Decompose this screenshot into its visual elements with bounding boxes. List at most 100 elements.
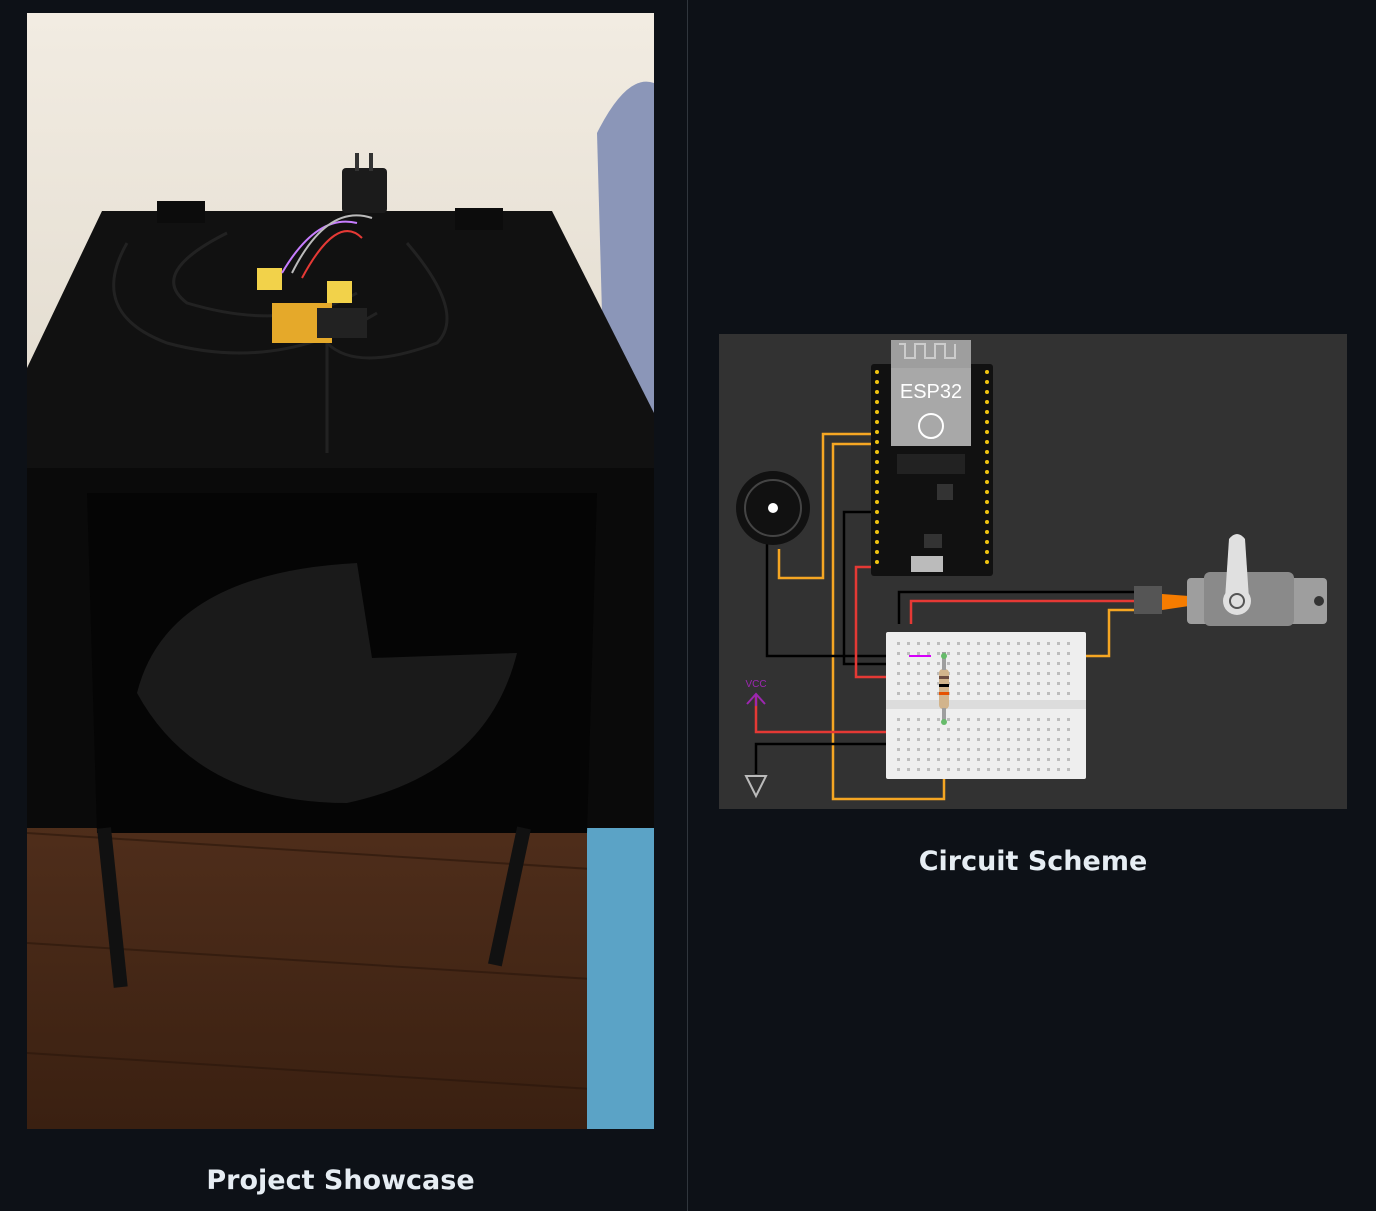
breadboard-hole [1067, 748, 1070, 751]
breadboard-hole [937, 768, 940, 771]
breadboard-hole [917, 748, 920, 751]
breadboard-hole [917, 728, 920, 731]
breadboard-hole [977, 692, 980, 695]
breadboard-hole [1067, 738, 1070, 741]
breadboard-hole [937, 662, 940, 665]
breadboard-hole [1027, 738, 1030, 741]
breadboard-hole [1067, 652, 1070, 655]
breadboard-hole [927, 758, 930, 761]
breadboard-hole [917, 718, 920, 721]
breadboard-hole [1017, 758, 1020, 761]
breadboard-hole [1007, 748, 1010, 751]
breadboard-hole [977, 652, 980, 655]
breadboard-hole [967, 768, 970, 771]
breadboard-hole [997, 682, 1000, 685]
breadboard-hole [957, 728, 960, 731]
breadboard-hole [1017, 692, 1020, 695]
breadboard-hole [1007, 758, 1010, 761]
breadboard-hole [897, 738, 900, 741]
breadboard-hole [957, 768, 960, 771]
breadboard-hole [1007, 642, 1010, 645]
breadboard-hole [987, 642, 990, 645]
vcc-label: VCC [745, 679, 766, 690]
breadboard-hole [967, 692, 970, 695]
breadboard-hole [967, 718, 970, 721]
breadboard-hole [1047, 672, 1050, 675]
breadboard-hole [1037, 758, 1040, 761]
breadboard-hole [927, 738, 930, 741]
breadboard-hole [1037, 748, 1040, 751]
breadboard-hole [947, 662, 950, 665]
breadboard-hole [947, 718, 950, 721]
breadboard-hole [997, 738, 1000, 741]
breadboard-hole [997, 662, 1000, 665]
page: Project Showcase ESP32 VCC Circuit Schem… [0, 0, 1376, 1211]
breadboard-hole [977, 758, 980, 761]
breadboard-hole [897, 642, 900, 645]
breadboard-hole [937, 642, 940, 645]
breadboard-hole [1067, 718, 1070, 721]
breadboard-hole [1027, 692, 1030, 695]
breadboard-hole [907, 662, 910, 665]
breadboard-hole [967, 682, 970, 685]
breadboard-hole [967, 748, 970, 751]
breadboard-hole [937, 738, 940, 741]
breadboard-hole [1037, 642, 1040, 645]
esp32-label: ESP32 [900, 381, 962, 403]
breadboard-hole [1057, 672, 1060, 675]
breadboard-hole [1017, 748, 1020, 751]
breadboard [886, 632, 1086, 779]
breadboard-hole [897, 758, 900, 761]
breadboard-hole [907, 738, 910, 741]
breadboard-hole [1017, 682, 1020, 685]
breadboard-hole [957, 692, 960, 695]
breadboard-hole [897, 728, 900, 731]
breadboard-hole [897, 682, 900, 685]
breadboard-hole [907, 682, 910, 685]
breadboard-hole [977, 718, 980, 721]
breadboard-hole [1017, 718, 1020, 721]
breadboard-hole [1047, 738, 1050, 741]
breadboard-hole [957, 642, 960, 645]
breadboard-hole [1017, 652, 1020, 655]
breadboard-hole [967, 642, 970, 645]
breadboard-hole [1007, 738, 1010, 741]
breadboard-hole [897, 768, 900, 771]
breadboard-hole [987, 652, 990, 655]
breadboard-hole [1037, 652, 1040, 655]
breadboard-hole [917, 652, 920, 655]
vcc-symbol: VCC [745, 679, 767, 706]
breadboard-hole [997, 768, 1000, 771]
breadboard-hole [997, 672, 1000, 675]
breadboard-hole [987, 672, 990, 675]
breadboard-hole [1037, 738, 1040, 741]
breadboard-hole [1047, 682, 1050, 685]
breadboard-hole [927, 768, 930, 771]
breadboard-hole [947, 768, 950, 771]
breadboard-hole [1027, 748, 1030, 751]
breadboard-hole [987, 662, 990, 665]
breadboard-hole [1067, 768, 1070, 771]
breadboard-hole [1067, 692, 1070, 695]
breadboard-hole [1027, 768, 1030, 771]
breadboard-hole [917, 662, 920, 665]
breadboard-hole [967, 738, 970, 741]
breadboard-hole [987, 758, 990, 761]
breadboard-hole [1027, 652, 1030, 655]
breadboard-hole [1047, 728, 1050, 731]
breadboard-hole [997, 652, 1000, 655]
breadboard-hole [1057, 692, 1060, 695]
breadboard-hole [1007, 652, 1010, 655]
breadboard-hole [947, 652, 950, 655]
breadboard-hole [997, 642, 1000, 645]
breadboard-hole [1047, 758, 1050, 761]
breadboard-hole [937, 652, 940, 655]
breadboard-hole [957, 748, 960, 751]
breadboard-hole [947, 748, 950, 751]
breadboard-hole [1057, 748, 1060, 751]
breadboard-hole [1047, 692, 1050, 695]
breadboard-hole [987, 692, 990, 695]
breadboard-hole [1007, 768, 1010, 771]
breadboard-hole [1057, 682, 1060, 685]
breadboard-hole [1027, 672, 1030, 675]
